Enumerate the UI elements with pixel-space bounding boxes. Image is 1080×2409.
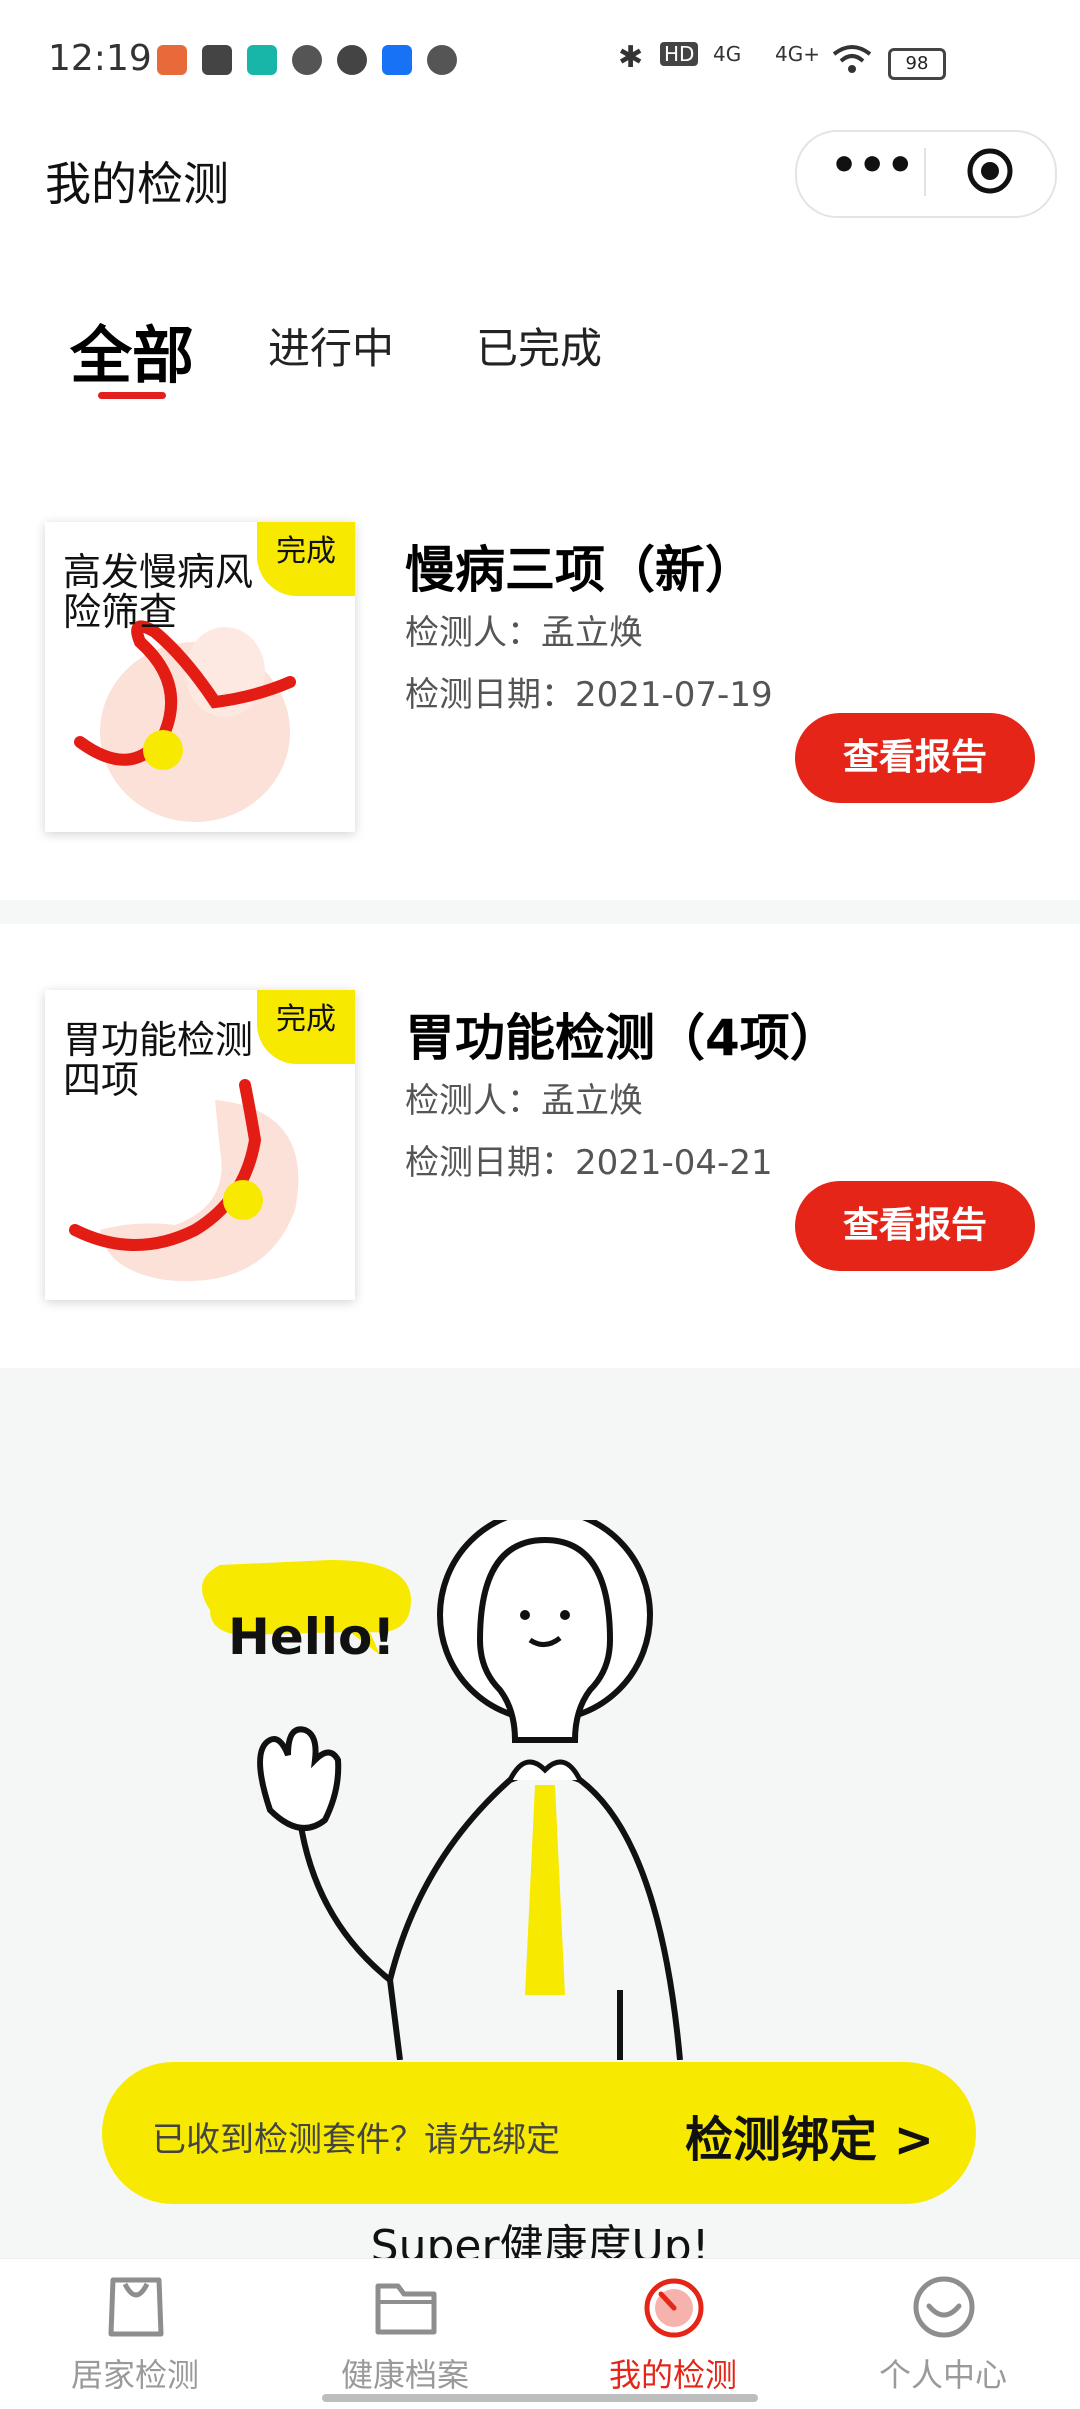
tab-completed[interactable]: 已完成	[476, 315, 602, 376]
test-title: 慢病三项（新）	[405, 541, 755, 599]
app-notification-icon	[247, 45, 277, 75]
test-thumbnail: 胃功能检测四项 完成	[45, 990, 355, 1300]
nav-label: 个人中心	[878, 2356, 1007, 2394]
promo-tagline: Super健康度Up!	[370, 2221, 710, 2258]
location-icon	[292, 45, 322, 75]
tab-all[interactable]: 全部	[70, 305, 194, 395]
card-separator	[0, 900, 1080, 924]
app-notification-icon	[157, 45, 187, 75]
nav-label: 健康档案	[340, 2356, 469, 2394]
test-date: 检测日期：2021-07-19	[405, 675, 773, 715]
network-4gplus-label: 4G+	[775, 42, 820, 66]
wifi-icon	[832, 45, 872, 73]
status-bar: 12:19 ✱ HD 4G 4G+ 98	[0, 0, 1080, 120]
hello-character-illustration	[202, 1520, 683, 2060]
test-title: 胃功能检测（4项）	[405, 1009, 840, 1067]
tester-name: 检测人：孟立焕	[405, 1081, 643, 1121]
battery-icon: 98	[888, 48, 946, 80]
chat-icon	[337, 45, 367, 75]
target-icon[interactable]	[965, 146, 1015, 196]
test-date: 检测日期：2021-04-21	[405, 1143, 773, 1183]
status-time: 12:19	[48, 38, 152, 79]
network-4g-label: 4G	[713, 42, 742, 66]
bind-hint-text: 已收到检测套件？请先绑定	[152, 2120, 560, 2160]
tab-in-progress[interactable]: 进行中	[268, 315, 394, 376]
home-indicator[interactable]	[322, 2394, 758, 2402]
complete-tag: 完成	[257, 990, 355, 1064]
test-gauge-icon	[644, 2278, 704, 2338]
nav-item-home-test[interactable]: 居家检测	[35, 2268, 235, 2398]
thumbnail-title: 胃功能检测四项	[63, 1018, 254, 1102]
test-thumbnail: 高发慢病风险筛查 完成	[45, 522, 355, 832]
nav-label: 我的检测	[608, 2356, 737, 2394]
more-dots-icon[interactable]: •••	[830, 144, 914, 196]
view-report-button[interactable]: 查看报告	[795, 713, 1035, 803]
hello-bubble-text: Hello!	[228, 1608, 396, 1666]
play-icon	[427, 45, 457, 75]
active-tab-indicator	[98, 392, 166, 399]
tester-name: 检测人：孟立焕	[405, 613, 643, 653]
smile-face-icon	[913, 2276, 975, 2338]
bind-kit-button[interactable]: 检测绑定 >	[685, 2100, 934, 2170]
bag-icon	[108, 2277, 164, 2337]
nav-item-profile[interactable]: 个人中心	[843, 2268, 1043, 2398]
nav-item-health-records[interactable]: 健康档案	[305, 2268, 505, 2398]
app-notification-icon	[202, 45, 232, 75]
app-notification-icon	[382, 45, 412, 75]
capsule-divider	[924, 148, 926, 196]
hd-label: HD	[660, 42, 699, 66]
view-report-button[interactable]: 查看报告	[795, 1181, 1035, 1271]
nav-item-my-tests[interactable]: 我的检测	[573, 2268, 773, 2398]
nav-label: 居家检测	[70, 2356, 199, 2394]
folder-icon	[375, 2283, 437, 2335]
bluetooth-icon: ✱	[618, 40, 644, 75]
page-title: 我的检测	[45, 157, 229, 211]
complete-tag: 完成	[257, 522, 355, 596]
thumbnail-title: 高发慢病风险筛查	[63, 550, 254, 634]
